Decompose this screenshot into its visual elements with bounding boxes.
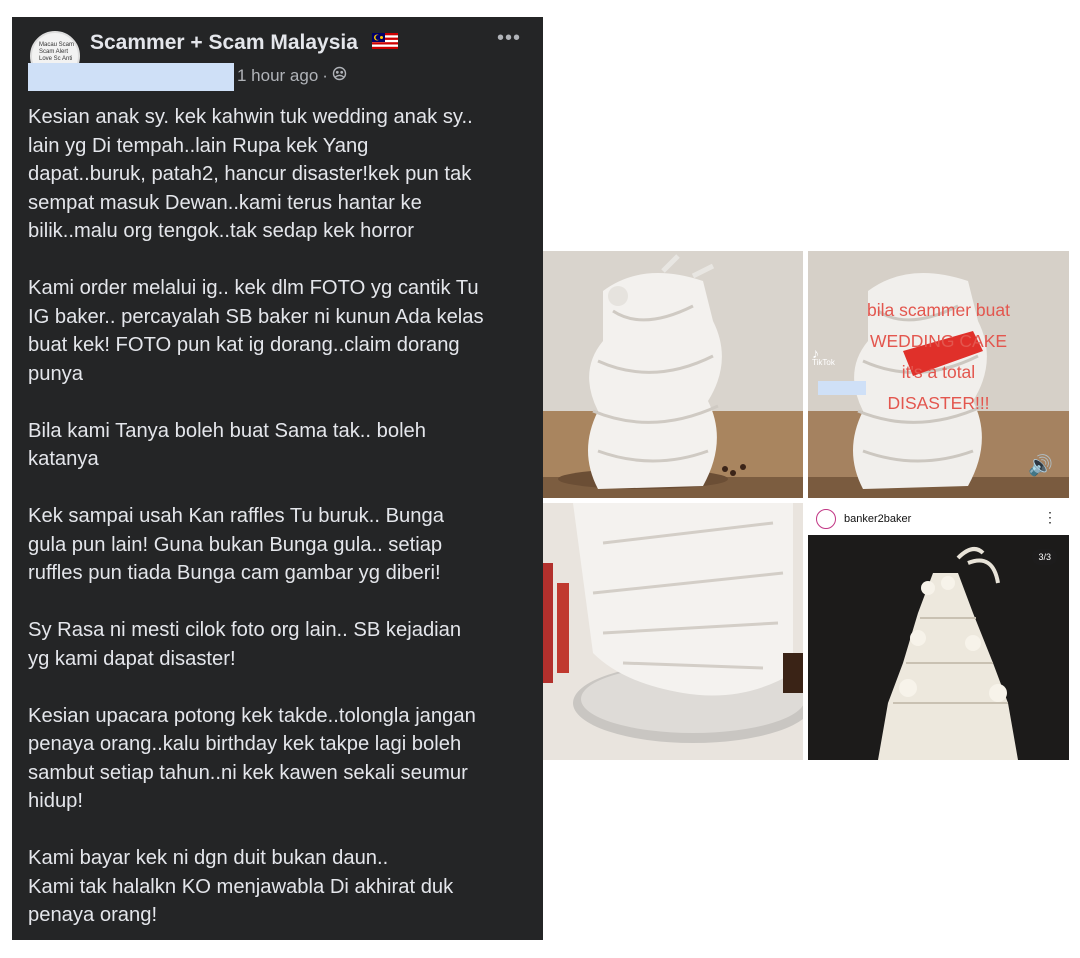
post-body: Kesian anak sy. kek kahwin tuk wedding a…	[28, 103, 533, 958]
cake-photo-closeup[interactable]	[543, 503, 803, 760]
post-paragraph: Kesian anak sy. kek kahwin tuk wedding a…	[28, 106, 473, 242]
more-options-icon[interactable]: •••	[497, 27, 521, 50]
post-time[interactable]: 1 hour ago	[237, 66, 318, 86]
overlay-line: bila scammer buat	[867, 300, 1010, 320]
overlay-line: WEDDING CAKE	[869, 331, 1008, 351]
post-paragraph: Kami order melalui ig.. kek dlm FOTO yg …	[28, 277, 484, 385]
facebook-post: Macau Scam Scam Alert Love Sc Anti Scamm…	[12, 17, 543, 940]
image-counter-badge: 3/3	[1032, 549, 1057, 565]
tiktok-icon: ♪	[812, 345, 819, 361]
tiktok-label: TikTok	[812, 358, 835, 367]
post-paragraph: Kek sampai usah Kan raffles Tu buruk.. B…	[28, 505, 444, 584]
cake-photo-1[interactable]	[543, 251, 803, 498]
post-meta: 1 hour ago ·	[237, 63, 347, 89]
tiktok-logo: ♪ TikTok	[812, 345, 835, 367]
photo-grid: bila scammer buat WEDDING CAKE it's a to…	[543, 251, 1069, 760]
post-paragraph: Kami bayar kek ni dgn duit bukan daun.. …	[28, 847, 454, 926]
group-privacy-icon	[332, 66, 347, 86]
redacted-tiktok-handle	[818, 381, 866, 395]
instagram-photo[interactable]: banker2baker ⋮ 3/3	[808, 503, 1069, 760]
malaysia-flag-icon	[371, 31, 398, 55]
instagram-more-icon[interactable]: ⋮	[1043, 509, 1057, 526]
instagram-header: banker2baker ⋮	[808, 503, 1069, 535]
speaker-icon[interactable]: 🔊	[1028, 453, 1053, 478]
tiktok-photo[interactable]: bila scammer buat WEDDING CAKE it's a to…	[808, 251, 1069, 498]
avatar-text: Macau Scam Scam Alert Love Sc Anti	[39, 42, 75, 62]
redacted-author-name	[28, 63, 234, 91]
meta-separator: ·	[322, 66, 328, 85]
post-paragraph: Sy Rasa ni mesti cilok foto org lain.. S…	[28, 619, 462, 670]
group-name[interactable]: Scammer + Scam Malaysia	[90, 31, 398, 55]
instagram-username[interactable]: banker2baker	[844, 513, 911, 525]
post-paragraph: Kesian upacara potong kek takde..tolongl…	[28, 704, 476, 813]
instagram-avatar[interactable]	[816, 509, 836, 529]
group-name-label: Scammer + Scam Malaysia	[90, 31, 358, 54]
post-paragraph: Bila kami Tanya boleh buat Sama tak.. bo…	[28, 419, 427, 471]
